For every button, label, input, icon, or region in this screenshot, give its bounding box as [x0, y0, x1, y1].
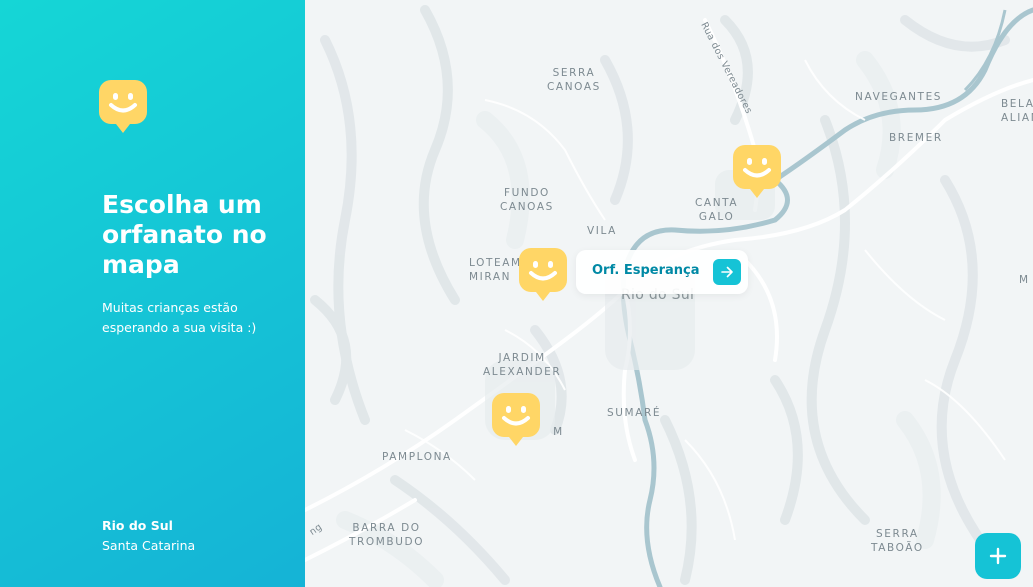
happy-marker-icon: [99, 80, 147, 134]
map-label-edge-m: M: [1019, 274, 1030, 286]
sidebar: Escolha um orfanato no mapa Muitas crian…: [0, 0, 305, 587]
map-label-bela-aliana: BELA ALIAN: [1001, 98, 1033, 124]
open-orphanage-button[interactable]: [713, 259, 741, 285]
location: Rio do Sul Santa Catarina: [102, 516, 195, 556]
page-title: Escolha um orfanato no mapa: [102, 190, 267, 279]
page-subtitle: Muitas crianças estão esperando a sua vi…: [102, 300, 257, 335]
plus-icon: [989, 547, 1007, 565]
map-label-vila: VILA: [587, 225, 617, 237]
popup-orphanage-name: Orf. Esperança: [592, 263, 700, 278]
arrow-right-icon: [721, 266, 733, 278]
orphanage-marker-esperanca[interactable]: [519, 248, 567, 302]
orphanage-marker-barragem[interactable]: [492, 393, 540, 447]
location-city: Rio do Sul: [102, 518, 173, 533]
map-label-sumare: SUMARÉ: [607, 407, 662, 419]
map-label-barra-do-trombudo: BARRA DO TROMBUDO: [349, 522, 425, 548]
add-orphanage-button[interactable]: [975, 533, 1021, 579]
map-label-navegantes: NAVEGANTES: [855, 91, 943, 103]
map-label-bremer: BREMER: [889, 132, 943, 144]
map-label-serra-canoas: SERRA CANOAS: [547, 67, 601, 93]
map-label-jardim-alexander: JARDIM ALEXANDER: [483, 352, 562, 378]
map[interactable]: SERRA CANOAS FUNDO CANOAS NAVEGANTES BRE…: [305, 0, 1033, 587]
orphanage-marker-canta-galo[interactable]: [733, 145, 781, 199]
map-label-canta-galo: CANTA GALO: [695, 197, 739, 223]
map-label-fundo-canoas: FUNDO CANOAS: [500, 187, 554, 213]
map-label-serra-taboao: SERRA TABOÃO: [871, 528, 924, 554]
app: Escolha um orfanato no mapa Muitas crian…: [0, 0, 1033, 587]
map-label-pamplona: PAMPLONA: [382, 451, 452, 463]
map-label-loteamento: LOTEAM MIRAN: [469, 257, 522, 283]
orphanage-popup: Orf. Esperança: [576, 250, 748, 294]
location-state: Santa Catarina: [102, 538, 196, 553]
